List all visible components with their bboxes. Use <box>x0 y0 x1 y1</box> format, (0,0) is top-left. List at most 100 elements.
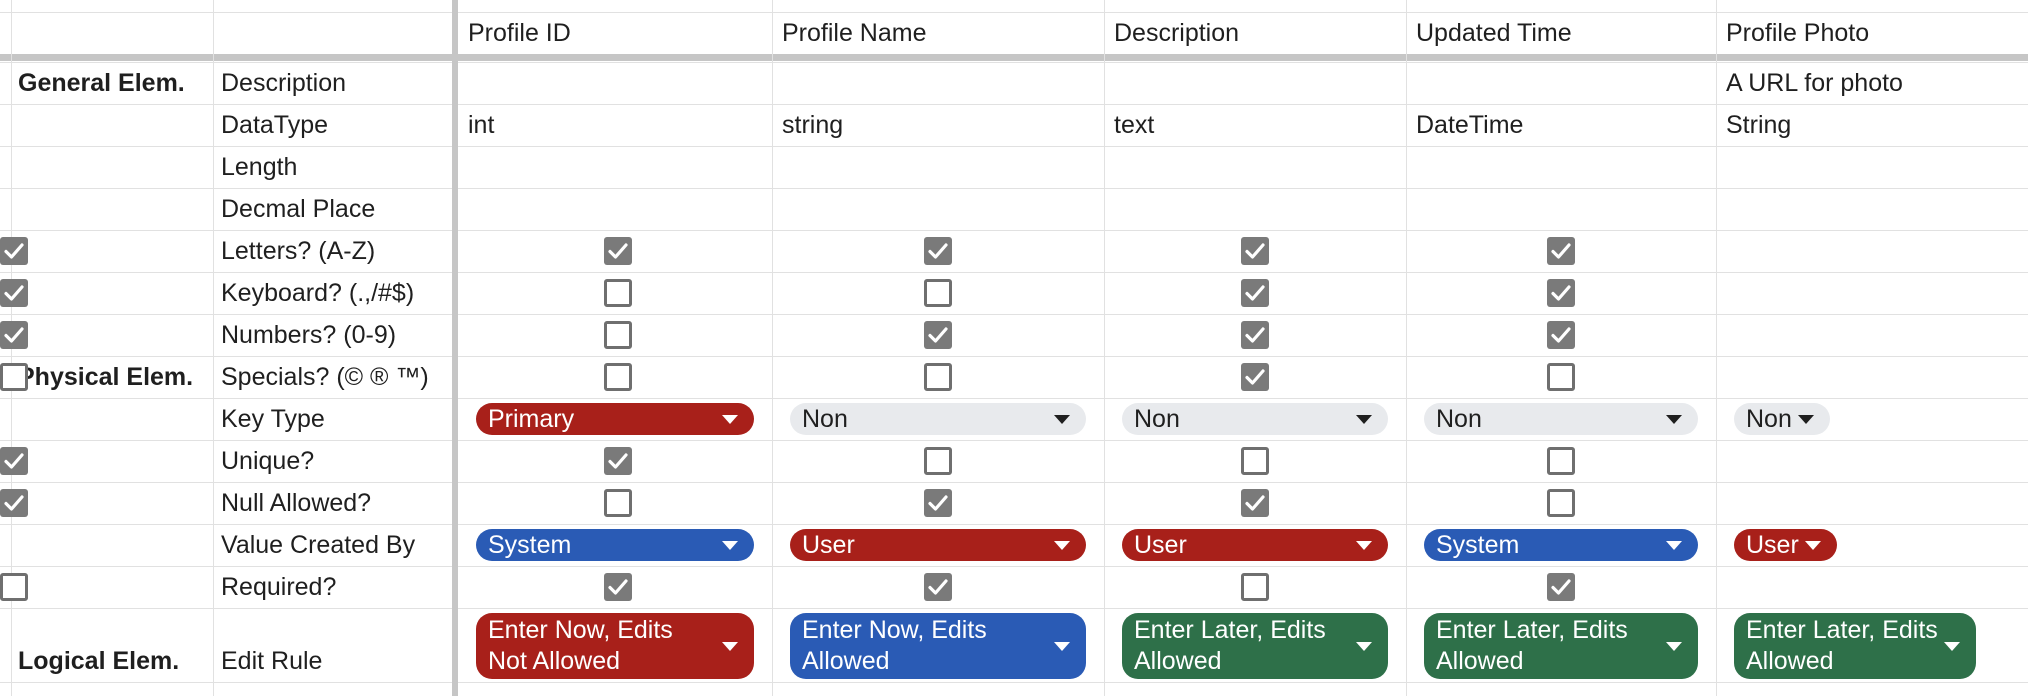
unchecked-checkbox[interactable] <box>1547 447 1575 475</box>
column-header[interactable]: Updated Time <box>1416 12 1712 54</box>
frozen-row-separator[interactable] <box>0 54 2028 61</box>
row-label[interactable]: Unique? <box>221 440 454 482</box>
checked-checkbox[interactable] <box>924 489 952 517</box>
group-label[interactable]: Logical Elem. <box>18 608 208 682</box>
group-label[interactable]: General Elem. <box>18 62 208 104</box>
data-cell[interactable] <box>1416 188 1712 230</box>
dropdown-chip[interactable]: User <box>1734 529 1837 561</box>
dropdown-chip[interactable]: Non <box>1734 403 1830 435</box>
checked-checkbox[interactable] <box>1547 573 1575 601</box>
gridline <box>1104 0 1105 696</box>
data-cell[interactable] <box>468 188 768 230</box>
gridline <box>772 0 773 696</box>
unchecked-checkbox[interactable] <box>1547 363 1575 391</box>
row-label[interactable]: Keyboard? (.,/#$) <box>221 272 454 314</box>
checked-checkbox[interactable] <box>0 321 28 349</box>
row-label[interactable]: Specials? (© ® ™) <box>221 356 454 398</box>
row-label[interactable]: Numbers? (0-9) <box>221 314 454 356</box>
chevron-down-icon <box>1666 641 1682 651</box>
column-header[interactable]: Profile Photo <box>1726 12 1869 54</box>
checked-checkbox[interactable] <box>0 447 28 475</box>
data-cell[interactable] <box>468 146 768 188</box>
checked-checkbox[interactable] <box>604 573 632 601</box>
row-label[interactable]: Value Created By <box>221 524 454 566</box>
checked-checkbox[interactable] <box>0 489 28 517</box>
row-label[interactable]: Null Allowed? <box>221 482 454 524</box>
checked-checkbox[interactable] <box>924 237 952 265</box>
data-cell[interactable] <box>782 146 1100 188</box>
checked-checkbox[interactable] <box>1241 237 1269 265</box>
checked-checkbox[interactable] <box>0 237 28 265</box>
dropdown-chip[interactable]: Non <box>1122 403 1388 435</box>
data-cell[interactable]: A URL for photo <box>1726 62 1903 104</box>
unchecked-checkbox[interactable] <box>924 279 952 307</box>
row-label[interactable]: DataType <box>221 104 454 146</box>
group-label[interactable]: Physical Elem. <box>18 356 208 398</box>
checked-checkbox[interactable] <box>604 447 632 475</box>
checked-checkbox[interactable] <box>1241 321 1269 349</box>
row-label[interactable]: Edit Rule <box>221 608 454 682</box>
unchecked-checkbox[interactable] <box>0 573 28 601</box>
chevron-down-icon <box>1356 414 1372 424</box>
data-cell[interactable] <box>782 62 1100 104</box>
checked-checkbox[interactable] <box>1547 237 1575 265</box>
checked-checkbox[interactable] <box>1547 279 1575 307</box>
data-cell[interactable] <box>782 188 1100 230</box>
dropdown-chip[interactable]: System <box>1424 529 1698 561</box>
dropdown-chip[interactable]: User <box>790 529 1086 561</box>
data-cell[interactable]: int <box>468 104 768 146</box>
checked-checkbox[interactable] <box>1241 279 1269 307</box>
row-label[interactable]: Decmal Place <box>221 188 454 230</box>
dropdown-chip-label: User <box>1134 530 1187 559</box>
dropdown-chip[interactable]: Enter Later, Edits Allowed <box>1424 613 1698 679</box>
unchecked-checkbox[interactable] <box>604 279 632 307</box>
row-label[interactable]: Key Type <box>221 398 454 440</box>
unchecked-checkbox[interactable] <box>1241 447 1269 475</box>
unchecked-checkbox[interactable] <box>604 363 632 391</box>
dropdown-chip[interactable]: Primary <box>476 403 754 435</box>
dropdown-chip[interactable]: Non <box>790 403 1086 435</box>
unchecked-checkbox[interactable] <box>1241 573 1269 601</box>
data-cell[interactable] <box>1416 146 1712 188</box>
unchecked-checkbox[interactable] <box>604 489 632 517</box>
data-cell[interactable]: text <box>1114 104 1402 146</box>
data-cell[interactable] <box>1114 146 1402 188</box>
dropdown-chip-label: Enter Later, Edits Allowed <box>1436 616 1628 675</box>
unchecked-checkbox[interactable] <box>0 363 28 391</box>
checked-checkbox[interactable] <box>924 321 952 349</box>
column-header[interactable]: Description <box>1114 12 1402 54</box>
data-cell[interactable] <box>468 62 768 104</box>
column-header[interactable]: Profile Name <box>782 12 1100 54</box>
row-label[interactable]: Letters? (A-Z) <box>221 230 454 272</box>
dropdown-chip[interactable]: Enter Later, Edits Allowed <box>1122 613 1388 679</box>
data-cell[interactable]: string <box>782 104 1100 146</box>
row-label[interactable]: Required? <box>221 566 454 608</box>
data-cell[interactable] <box>1416 62 1712 104</box>
data-cell[interactable] <box>1114 62 1402 104</box>
data-cell[interactable] <box>1114 188 1402 230</box>
data-cell[interactable]: DateTime <box>1416 104 1712 146</box>
row-label[interactable]: Description <box>221 62 454 104</box>
dropdown-chip[interactable]: Enter Later, Edits Allowed <box>1734 613 1976 679</box>
unchecked-checkbox[interactable] <box>924 363 952 391</box>
checked-checkbox[interactable] <box>1241 363 1269 391</box>
column-header[interactable]: Profile ID <box>468 12 768 54</box>
unchecked-checkbox[interactable] <box>924 447 952 475</box>
dropdown-chip[interactable]: User <box>1122 529 1388 561</box>
gridline <box>1406 0 1407 696</box>
checked-checkbox[interactable] <box>924 573 952 601</box>
checked-checkbox[interactable] <box>0 279 28 307</box>
unchecked-checkbox[interactable] <box>604 321 632 349</box>
checked-checkbox[interactable] <box>1547 321 1575 349</box>
unchecked-checkbox[interactable] <box>1547 489 1575 517</box>
dropdown-chip[interactable]: Enter Now, Edits Allowed <box>790 613 1086 679</box>
data-cell[interactable]: String <box>1726 104 1791 146</box>
row-label[interactable]: Length <box>221 146 454 188</box>
chevron-down-icon <box>722 414 738 424</box>
dropdown-chip[interactable]: Non <box>1424 403 1698 435</box>
dropdown-chip[interactable]: System <box>476 529 754 561</box>
dropdown-chip[interactable]: Enter Now, Edits Not Allowed <box>476 613 754 679</box>
checked-checkbox[interactable] <box>1241 489 1269 517</box>
checked-checkbox[interactable] <box>604 237 632 265</box>
gridline <box>0 682 2028 683</box>
